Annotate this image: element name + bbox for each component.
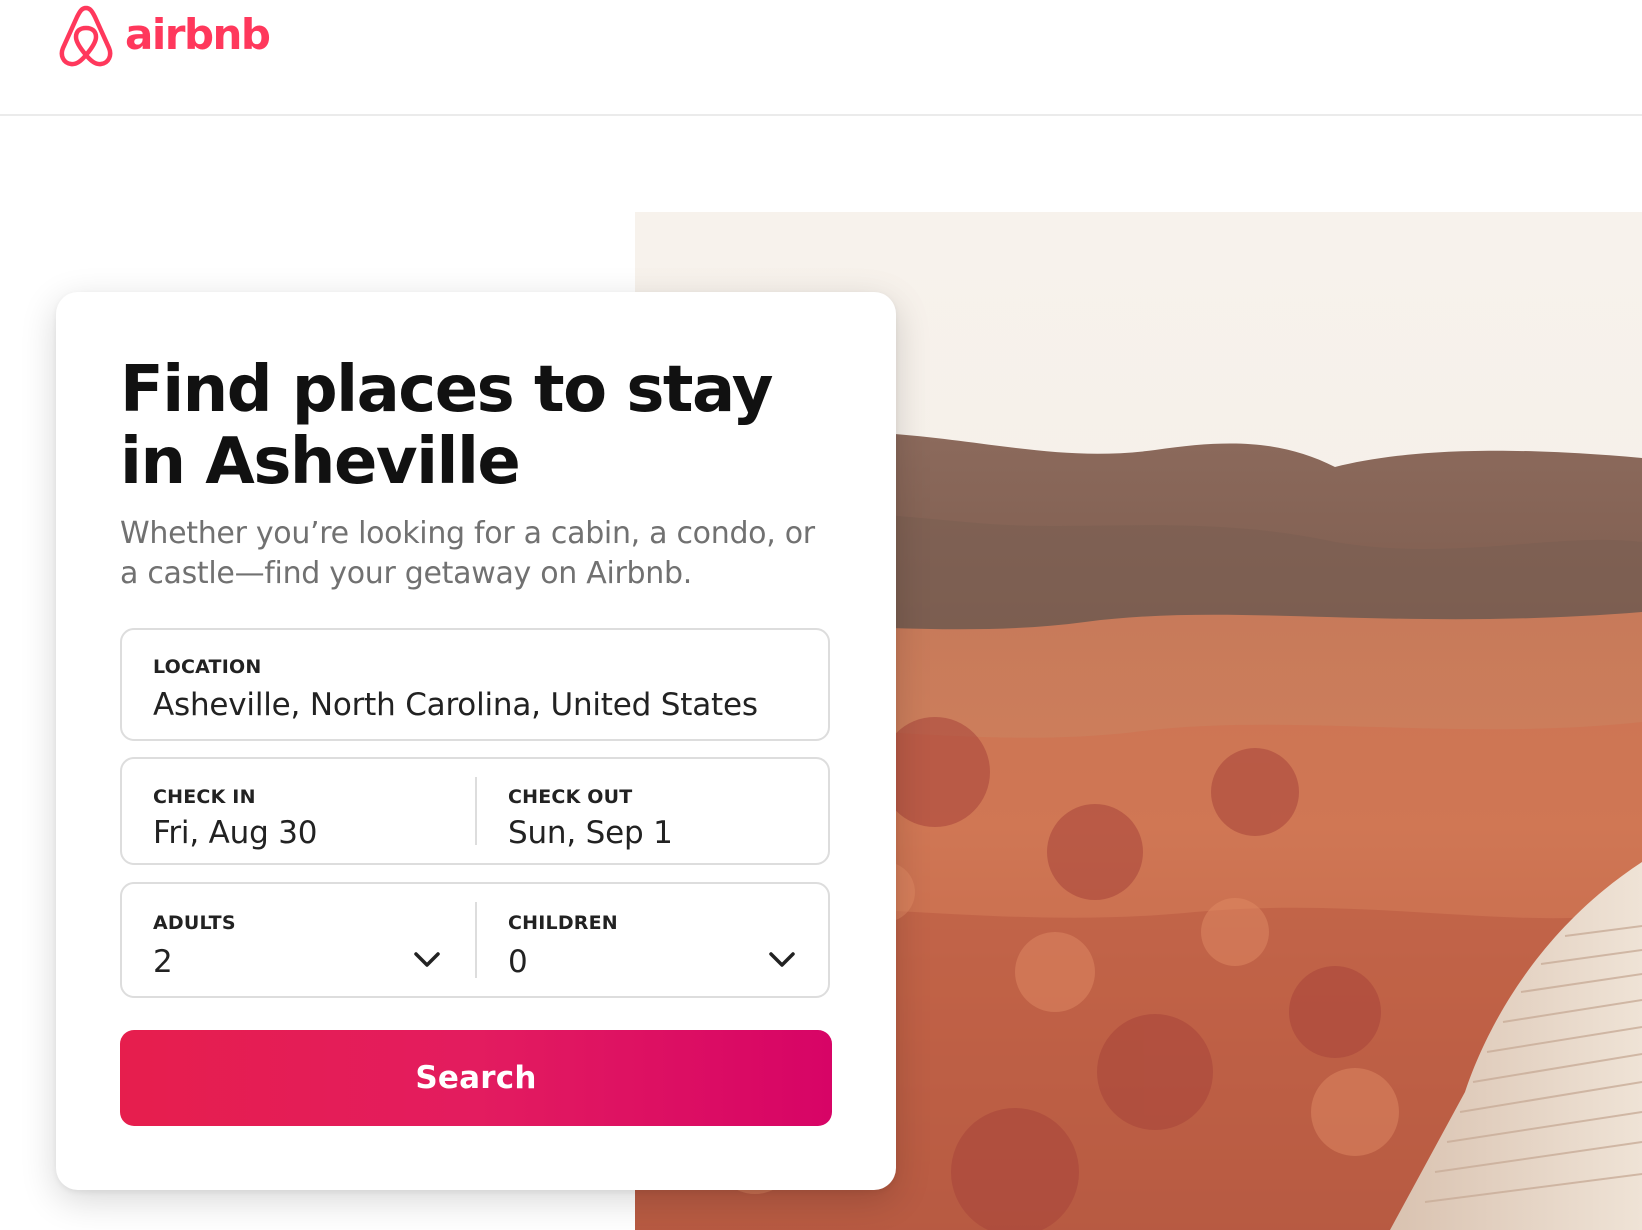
location-value: Asheville, North Carolina, United States <box>153 687 758 723</box>
search-card: Find places to stay in Asheville Whether… <box>56 292 896 1190</box>
check-out-field[interactable]: CHECK OUT Sun, Sep 1 <box>477 759 828 863</box>
location-label: LOCATION <box>153 656 262 678</box>
brand-wordmark: airbnb <box>125 9 271 59</box>
search-button[interactable]: Search <box>120 1030 832 1126</box>
check-out-value: Sun, Sep 1 <box>508 815 673 851</box>
adults-label: ADULTS <box>153 912 236 934</box>
children-select[interactable]: CHILDREN 0 <box>477 884 828 996</box>
page-subtitle: Whether you’re looking for a cabin, a co… <box>120 516 815 591</box>
location-input[interactable]: LOCATION Asheville, North Carolina, Unit… <box>122 630 828 739</box>
guests-group: ADULTS 2 CHILDREN 0 <box>120 882 830 998</box>
airbnb-belo-icon <box>59 5 113 67</box>
chevron-down-icon <box>414 952 440 967</box>
children-value: 0 <box>508 944 528 980</box>
check-out-label: CHECK OUT <box>508 786 633 808</box>
adults-select[interactable]: ADULTS 2 <box>122 884 475 996</box>
chevron-down-icon <box>769 952 795 967</box>
check-in-value: Fri, Aug 30 <box>153 815 318 851</box>
adults-value: 2 <box>153 944 173 980</box>
children-label: CHILDREN <box>508 912 618 934</box>
check-in-label: CHECK IN <box>153 786 256 808</box>
dates-group: CHECK IN Fri, Aug 30 CHECK OUT Sun, Sep … <box>120 757 830 865</box>
page-title: Find places to stay in Asheville <box>120 353 773 499</box>
check-in-field[interactable]: CHECK IN Fri, Aug 30 <box>122 759 475 863</box>
top-header: airbnb <box>0 0 1642 116</box>
airbnb-logo-link[interactable]: airbnb <box>55 2 271 70</box>
location-field[interactable]: LOCATION Asheville, North Carolina, Unit… <box>120 628 830 741</box>
